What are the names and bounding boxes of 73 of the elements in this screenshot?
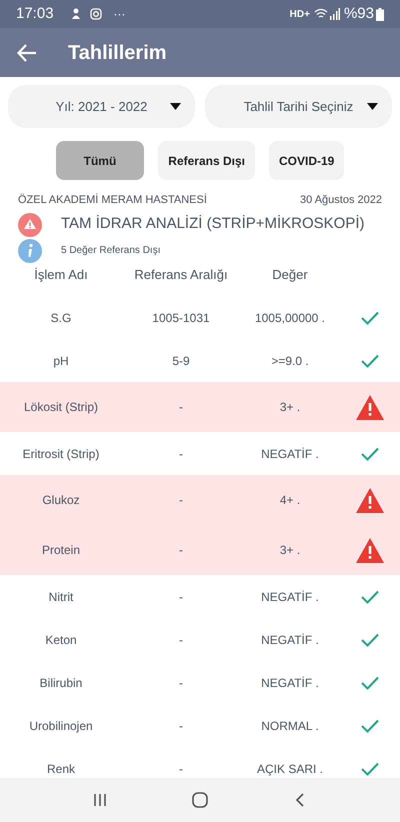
warning-icon [356,538,384,562]
reference-range: 5-9 [172,352,190,370]
warning-icon [356,488,384,512]
test-name: Nitrit [48,588,74,606]
dropdown[interactable]: Yıl: 2021 - 2022 [8,85,195,128]
out-of-range-count: 5 Değer Referans Dışı [61,244,160,258]
result-value: 3+ . [280,542,300,559]
result-value: NEGATİF . [261,632,319,648]
notification-icon [70,8,82,20]
column-header: Referans Aralığı [133,266,229,284]
reference-range: - [179,632,183,648]
test-name: Renk [46,760,75,778]
test-name: Urobilinojen [29,718,93,734]
reference-range: - [179,492,183,509]
check-icon [361,718,379,732]
test-name: Lökosit (Strip) [24,399,98,416]
reference-range: - [179,399,183,416]
result-value: >=9.0 . [271,352,309,370]
home-button[interactable] [190,791,209,809]
filter-tab[interactable]: COVID-19 [269,141,344,180]
check-icon [361,590,379,604]
filter-tab[interactable]: Referans Dışı [158,141,255,180]
test-name: Protein [42,542,80,559]
reference-range: - [179,542,183,559]
dropdown[interactable]: Tahlil Tarihi Seçiniz [205,85,392,128]
reference-range: 1005-1031 [152,310,210,326]
test-name: Glukoz [42,492,80,509]
page-title: Tahlillerim [68,40,167,66]
reference-range: - [179,718,183,734]
battery-percent: %93 [344,4,374,24]
result-value: NEGATİF . [261,588,319,606]
network-type: HD+ [290,8,310,22]
result-value: 4+ . [280,492,300,509]
result-value: NEGATİF . [261,674,319,692]
result-value: 3+ . [280,399,300,416]
reference-range: - [179,588,183,606]
caret-icon [170,103,181,110]
battery-icon [376,8,384,20]
warning-icon [356,394,384,420]
info-icon [18,238,42,262]
back-button[interactable] [16,42,38,64]
filter-tab[interactable]: Tümü [56,141,144,180]
check-icon [361,632,379,646]
test-name: S.G [50,310,72,326]
test-name: Bilirubin [40,674,82,692]
check-icon [361,310,379,324]
check-icon [361,676,379,690]
caret-icon [367,103,378,110]
check-icon [361,446,379,460]
warning-icon [18,212,42,236]
column-header: Değer [271,266,309,284]
result-value: AÇIK SARI . [256,760,324,778]
result-value: NORMAL . [261,718,319,734]
check-icon [361,762,379,776]
test-name: Eritrosit (Strip) [22,446,100,462]
column-header: İşlem Adı [33,266,89,284]
check-icon [361,354,379,368]
hospital-name: ÖZEL AKADEMİ MERAM HASTANESİ [18,192,207,208]
reference-range: - [179,760,183,778]
reference-range: - [179,446,183,462]
test-title: TAM İDRAR ANALİZİ (STRİP+MİKROSKOPİ) [61,214,365,234]
test-name: Keton [45,632,77,648]
status-time: 17:03 [16,4,54,24]
report-date: 30 Ağustos 2022 [300,193,382,208]
recent-apps-button[interactable] [92,792,108,808]
wifi-icon [314,8,328,20]
more-notifications: ··· [114,6,126,23]
camera-icon [90,8,102,20]
result-value: 1005,00000 . [254,310,326,326]
reference-range: - [179,674,183,692]
signal-icon [330,8,340,20]
test-name: pH [53,352,69,370]
result-value: NEGATİF . [261,446,319,462]
